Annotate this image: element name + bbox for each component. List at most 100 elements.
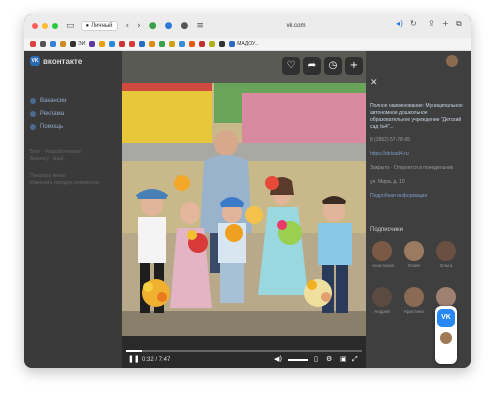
bookmark-item[interactable]	[89, 41, 96, 47]
forward-icon[interactable]: ›	[137, 21, 141, 31]
video-time: 0:32 / 7:47	[142, 357, 171, 363]
avatar[interactable]	[446, 55, 458, 67]
subscriber-item[interactable]: Ольга	[436, 241, 456, 268]
footer-links[interactable]: Блог · Разработчикам Бизнесу · Ещё	[30, 149, 118, 163]
menu-settings-links[interactable]: Показать меню Изменить порядок элементов	[30, 173, 118, 187]
like-button[interactable]: ♡	[282, 57, 300, 75]
bookmark-item[interactable]	[129, 41, 136, 47]
subscriber-item[interactable]: Анастасия	[372, 241, 394, 268]
subscriber-name: Анастасия	[372, 263, 394, 268]
subscriber-name: Юлия	[408, 263, 420, 268]
address-bar[interactable]: vk.com	[182, 20, 410, 32]
sidebar-item-help[interactable]: Помощь	[30, 124, 63, 130]
share-icon: ➦	[307, 60, 317, 71]
briefcase-icon	[30, 98, 36, 104]
bookmark-favicon-icon	[30, 41, 36, 47]
bookmark-label: МАДОУ...	[237, 41, 259, 47]
video-frame[interactable]	[122, 83, 366, 336]
bookmark-item[interactable]	[30, 41, 36, 47]
bookmark-favicon-icon	[209, 41, 216, 47]
person-icon: ●	[85, 23, 90, 29]
vk-messenger-icon[interactable]: VK	[437, 309, 455, 327]
avatar	[372, 287, 392, 307]
footer-line: Бизнесу · Ещё	[30, 156, 64, 162]
bookmark-item[interactable]	[139, 41, 146, 47]
zoom-window-button[interactable]	[52, 23, 58, 29]
close-window-button[interactable]	[32, 23, 38, 29]
bookmark-item[interactable]	[109, 41, 116, 47]
profile-switcher[interactable]: ● Личный	[80, 21, 118, 31]
bookmark-item[interactable]	[219, 41, 226, 47]
subtitles-icon[interactable]: ▯	[314, 355, 318, 363]
reload-icon[interactable]: ↻	[410, 19, 417, 28]
tabs-overview-icon[interactable]: ⧉	[456, 19, 462, 29]
fullscreen-icon[interactable]: ⤢	[352, 355, 358, 364]
opening-hours: Закрыто · Откроется в понедельник	[370, 165, 453, 171]
volume-icon[interactable]: ◀)	[274, 355, 282, 363]
sidebar-item-label: Реклама	[40, 111, 65, 117]
bookmark-item[interactable]	[50, 41, 56, 47]
bookmark-item[interactable]	[209, 41, 216, 47]
extension-icon[interactable]: ●	[149, 21, 157, 31]
subscribers-heading[interactable]: Подписчики	[370, 227, 403, 233]
bookmark-item[interactable]	[179, 41, 186, 47]
bookmark-item[interactable]	[199, 41, 206, 47]
video-controls: ❚❚ 0:32 / 7:47 ◀) ▯ ⚙ ▣ ⤢	[122, 336, 366, 368]
bookmark-item[interactable]	[119, 41, 126, 47]
sidebar-item-label: Вакансии	[40, 98, 67, 104]
watch-later-button[interactable]: ◷	[324, 57, 342, 75]
traffic-lights	[32, 23, 58, 29]
bookmark-item[interactable]	[189, 41, 196, 47]
audio-icon[interactable]: ◂)	[396, 19, 403, 28]
bookmark-favicon-icon	[169, 41, 176, 47]
subscriber-item[interactable]: Юлия	[404, 241, 424, 268]
title-bar: ▭ ● Личный ‹ › ● ● ● ≡ vk.com ◂) ↻ ⇪ + ⧉	[24, 14, 471, 38]
share-icon[interactable]: ⇪	[428, 19, 435, 28]
minimize-window-button[interactable]	[42, 23, 48, 29]
bookmark-favicon-icon	[60, 41, 66, 47]
bookmark-favicon-icon	[40, 41, 46, 47]
megaphone-icon	[30, 111, 36, 117]
add-button[interactable]: +	[345, 57, 363, 75]
extension-icon[interactable]: ●	[165, 21, 173, 31]
floating-messenger-panel: VK	[435, 306, 457, 364]
sidebar-toggle-icon[interactable]: ▭	[66, 21, 75, 31]
avatar	[404, 241, 424, 261]
subscriber-item[interactable]: Андрей	[372, 287, 392, 314]
bookmark-item[interactable]	[40, 41, 46, 47]
new-tab-icon[interactable]: +	[442, 19, 449, 28]
sidebar-item-ads[interactable]: Реклама	[30, 111, 64, 117]
sidebar-item-label: Помощь	[40, 124, 64, 130]
subscriber-item[interactable]: Кристина	[404, 287, 424, 314]
bookmark-item[interactable]	[60, 41, 66, 47]
bookmark-favicon-icon	[99, 41, 106, 47]
footer-line: Изменить порядок элементов	[30, 180, 99, 186]
pause-icon[interactable]: ❚❚	[128, 355, 140, 363]
community-description: Полное наименование: Муниципальное автон…	[370, 103, 463, 130]
bookmark-item[interactable]: ЭИ	[70, 41, 85, 47]
sidebar-item-vacancies[interactable]: Вакансии	[30, 98, 66, 104]
bookmark-favicon-icon	[119, 41, 126, 47]
more-info-link[interactable]: Подробная информация	[370, 193, 468, 200]
bookmark-item[interactable]	[99, 41, 106, 47]
volume-slider[interactable]	[288, 359, 308, 361]
close-icon[interactable]: ✕	[370, 78, 378, 88]
back-icon[interactable]: ‹	[126, 21, 130, 31]
footer-line: Блог · Разработчикам	[30, 149, 81, 155]
pip-icon[interactable]: ▣	[340, 355, 347, 363]
share-button[interactable]: ➦	[303, 57, 321, 75]
settings-icon[interactable]: ⚙	[326, 355, 332, 363]
vk-logo-icon[interactable]: VK	[30, 56, 40, 66]
bookmark-item[interactable]: МАДОУ...	[229, 41, 259, 47]
heart-icon: ♡	[286, 60, 296, 71]
avatar	[404, 287, 424, 307]
video-progress-bar[interactable]	[126, 350, 362, 352]
phone-info: 8 (3952) 57-78-95	[370, 137, 411, 143]
bookmark-item[interactable]	[149, 41, 156, 47]
bookmark-item[interactable]	[169, 41, 176, 47]
bookmark-item[interactable]	[159, 41, 166, 47]
site-link[interactable]: https://detsad4.ru	[370, 151, 468, 158]
bookmarks-bar: ЭИ МАДОУ...	[24, 38, 471, 51]
avatar[interactable]	[440, 332, 452, 344]
brand-name[interactable]: вконтакте	[43, 57, 82, 66]
